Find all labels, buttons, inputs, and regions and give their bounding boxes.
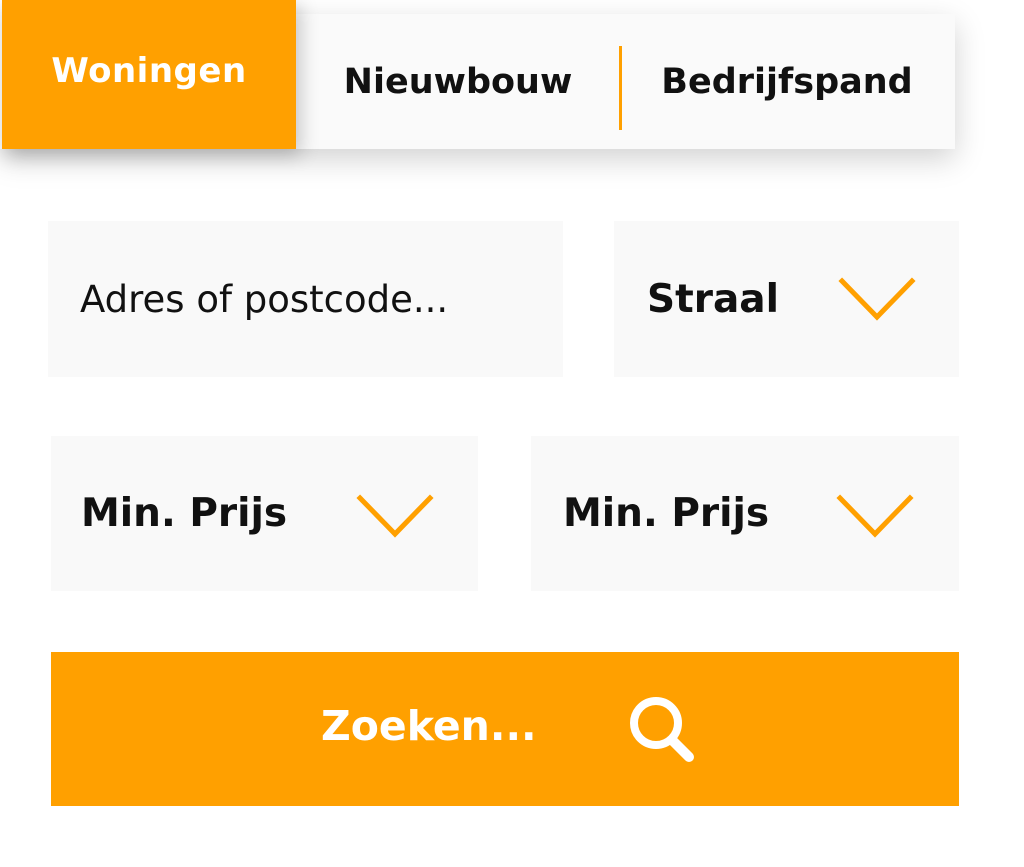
search-widget: Woningen Nieuwbouw Bedrijfspand Straal M… <box>0 0 1024 867</box>
search-icon <box>630 697 694 762</box>
search-button[interactable]: Zoeken... <box>51 652 959 806</box>
address-field <box>48 221 563 377</box>
tab-woningen[interactable]: Woningen <box>2 0 296 149</box>
tab-woningen-label: Woningen <box>51 50 247 91</box>
tab-bedrijfspand[interactable]: Bedrijfspand <box>622 14 952 149</box>
radius-select-label: Straal <box>647 276 779 322</box>
chevron-down-icon <box>356 494 434 538</box>
max-price-select-label: Min. Prijs <box>563 491 770 536</box>
chevron-down-icon <box>836 494 914 538</box>
max-price-select[interactable]: Min. Prijs <box>531 436 959 591</box>
search-button-label: Zoeken... <box>321 702 537 750</box>
radius-select[interactable]: Straal <box>614 221 959 377</box>
tab-bedrijfspand-label: Bedrijfspand <box>661 61 913 102</box>
tab-nieuwbouw[interactable]: Nieuwbouw <box>296 14 620 149</box>
min-price-select-label: Min. Prijs <box>81 491 288 536</box>
tab-nieuwbouw-label: Nieuwbouw <box>343 61 573 102</box>
address-input[interactable] <box>80 277 563 321</box>
min-price-select[interactable]: Min. Prijs <box>51 436 478 591</box>
chevron-down-icon <box>838 277 916 321</box>
